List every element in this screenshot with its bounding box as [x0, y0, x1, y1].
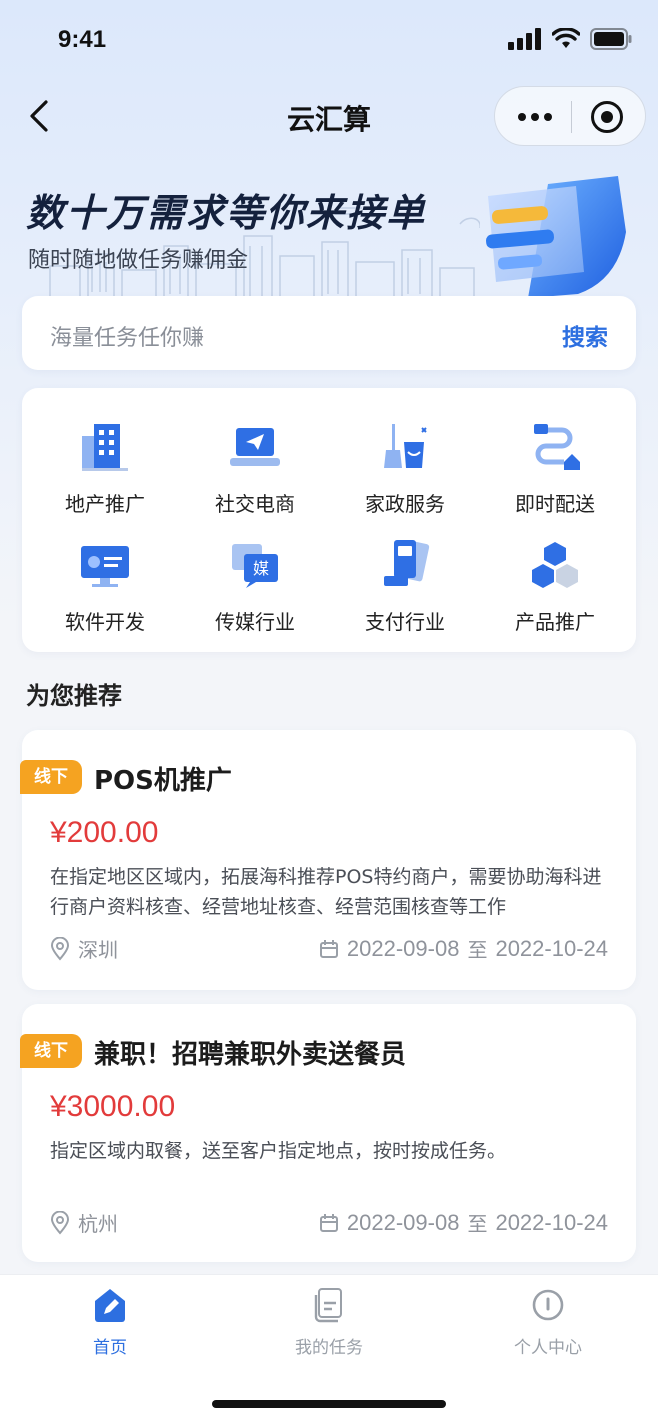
search-box[interactable]: 海量任务任你赚 搜索 — [22, 296, 636, 370]
task-location: 深圳 — [50, 934, 118, 963]
category-housekeeping[interactable]: 家政服务 — [330, 398, 480, 516]
date-start: 2022-09-08 — [346, 1209, 460, 1235]
task-price: ¥3000.00 — [50, 1090, 176, 1123]
banner-title: 数十万需求等你来接单 — [26, 191, 427, 235]
wifi-icon — [552, 28, 580, 48]
tab-label: 我的任务 — [295, 1338, 363, 1358]
cubes-icon — [532, 542, 578, 588]
category-label: 地产推广 — [65, 492, 145, 516]
date-separator: 至 — [467, 938, 488, 962]
category-label: 软件开发 — [65, 610, 145, 634]
battery-icon — [590, 28, 632, 50]
category-label: 支付行业 — [365, 610, 445, 634]
search-button[interactable]: 搜索 — [562, 318, 608, 352]
building-icon — [82, 424, 128, 471]
mini-program-capsule — [494, 86, 646, 146]
calendar-icon — [319, 939, 338, 958]
category-real-estate[interactable]: 地产推广 — [30, 398, 180, 516]
category-label: 产品推广 — [515, 610, 595, 634]
status-icons — [508, 28, 632, 50]
date-end: 2022-10-24 — [495, 1209, 608, 1235]
category-delivery[interactable]: 即时配送 — [480, 398, 630, 516]
offline-tag: 线下 — [20, 760, 82, 794]
category-media[interactable]: 媒 传媒行业 — [180, 516, 330, 634]
delivery-route-icon — [534, 424, 580, 470]
person-icon — [532, 1289, 564, 1321]
location-pin-icon — [50, 936, 70, 961]
date-start: 2022-09-08 — [346, 935, 460, 961]
more-icon[interactable] — [515, 102, 555, 132]
category-grid: 地产推广 社交电商 家政服务 即时配送 软件开发 媒 传媒行业 支付行业 产品推… — [22, 388, 636, 652]
date-separator: 至 — [467, 1212, 488, 1236]
task-card[interactable]: 线下 POS机推广 ¥200.00 在指定地区区域内，拓展海科推荐POS特约商户… — [20, 730, 636, 990]
pos-payment-icon — [384, 540, 430, 586]
task-card[interactable]: 线下 兼职！招聘兼职外卖送餐员 ¥3000.00 指定区域内取餐，送至客户指定地… — [20, 1004, 636, 1262]
close-target-icon[interactable] — [591, 101, 623, 133]
location-pin-icon — [50, 1210, 70, 1235]
media-icon: 媒 — [232, 544, 278, 588]
task-date-range: 2022-09-08 至 2022-10-24 — [319, 934, 608, 963]
monitor-icon — [81, 546, 129, 587]
banner: 数十万需求等你来接单 随时随地做任务赚佣金 — [0, 150, 658, 300]
laptop-send-icon — [230, 428, 280, 466]
category-label: 传媒行业 — [215, 610, 295, 634]
category-label: 家政服务 — [365, 492, 445, 516]
status-time: 9:41 — [58, 26, 107, 53]
category-payment[interactable]: 支付行业 — [330, 516, 480, 634]
task-board-3d-icon — [486, 176, 626, 298]
task-description: 在指定地区区域内，拓展海科推荐POS特约商户，需要协助海科进行商户资料核查、经营… — [50, 866, 602, 918]
capsule-divider — [571, 101, 572, 133]
category-label: 社交电商 — [215, 492, 295, 516]
banner-subtitle: 随时随地做任务赚佣金 — [28, 248, 249, 273]
document-icon — [314, 1288, 342, 1323]
home-pen-icon — [95, 1289, 125, 1322]
category-label: 即时配送 — [515, 492, 595, 516]
location-text: 深圳 — [78, 938, 118, 962]
nav-bar: 云汇算 — [0, 86, 658, 146]
search-input[interactable]: 海量任务任你赚 — [50, 320, 204, 352]
section-title-recommend: 为您推荐 — [26, 682, 122, 710]
date-end: 2022-10-24 — [495, 935, 608, 961]
task-description: 指定区域内取餐，送至客户指定地点，按时按成任务。 — [50, 1140, 507, 1162]
status-bar: 9:41 — [0, 0, 658, 80]
location-text: 杭州 — [78, 1212, 118, 1236]
cleaning-icon — [384, 424, 427, 468]
offline-tag: 线下 — [20, 1034, 82, 1068]
category-social-ecommerce[interactable]: 社交电商 — [180, 398, 330, 516]
tab-label: 个人中心 — [514, 1338, 582, 1358]
task-location: 杭州 — [50, 1208, 118, 1237]
svg-text:媒: 媒 — [253, 559, 269, 578]
tab-label: 首页 — [93, 1338, 127, 1358]
category-product-promo[interactable]: 产品推广 — [480, 516, 630, 634]
task-price: ¥200.00 — [50, 816, 159, 849]
category-software[interactable]: 软件开发 — [30, 516, 180, 634]
signal-icon — [508, 28, 541, 50]
task-title: 兼职！招聘兼职外卖送餐员 — [94, 1040, 407, 1070]
home-indicator — [212, 1400, 446, 1408]
task-title: POS机推广 — [94, 766, 232, 796]
calendar-icon — [319, 1213, 338, 1232]
task-date-range: 2022-09-08 至 2022-10-24 — [319, 1208, 608, 1237]
